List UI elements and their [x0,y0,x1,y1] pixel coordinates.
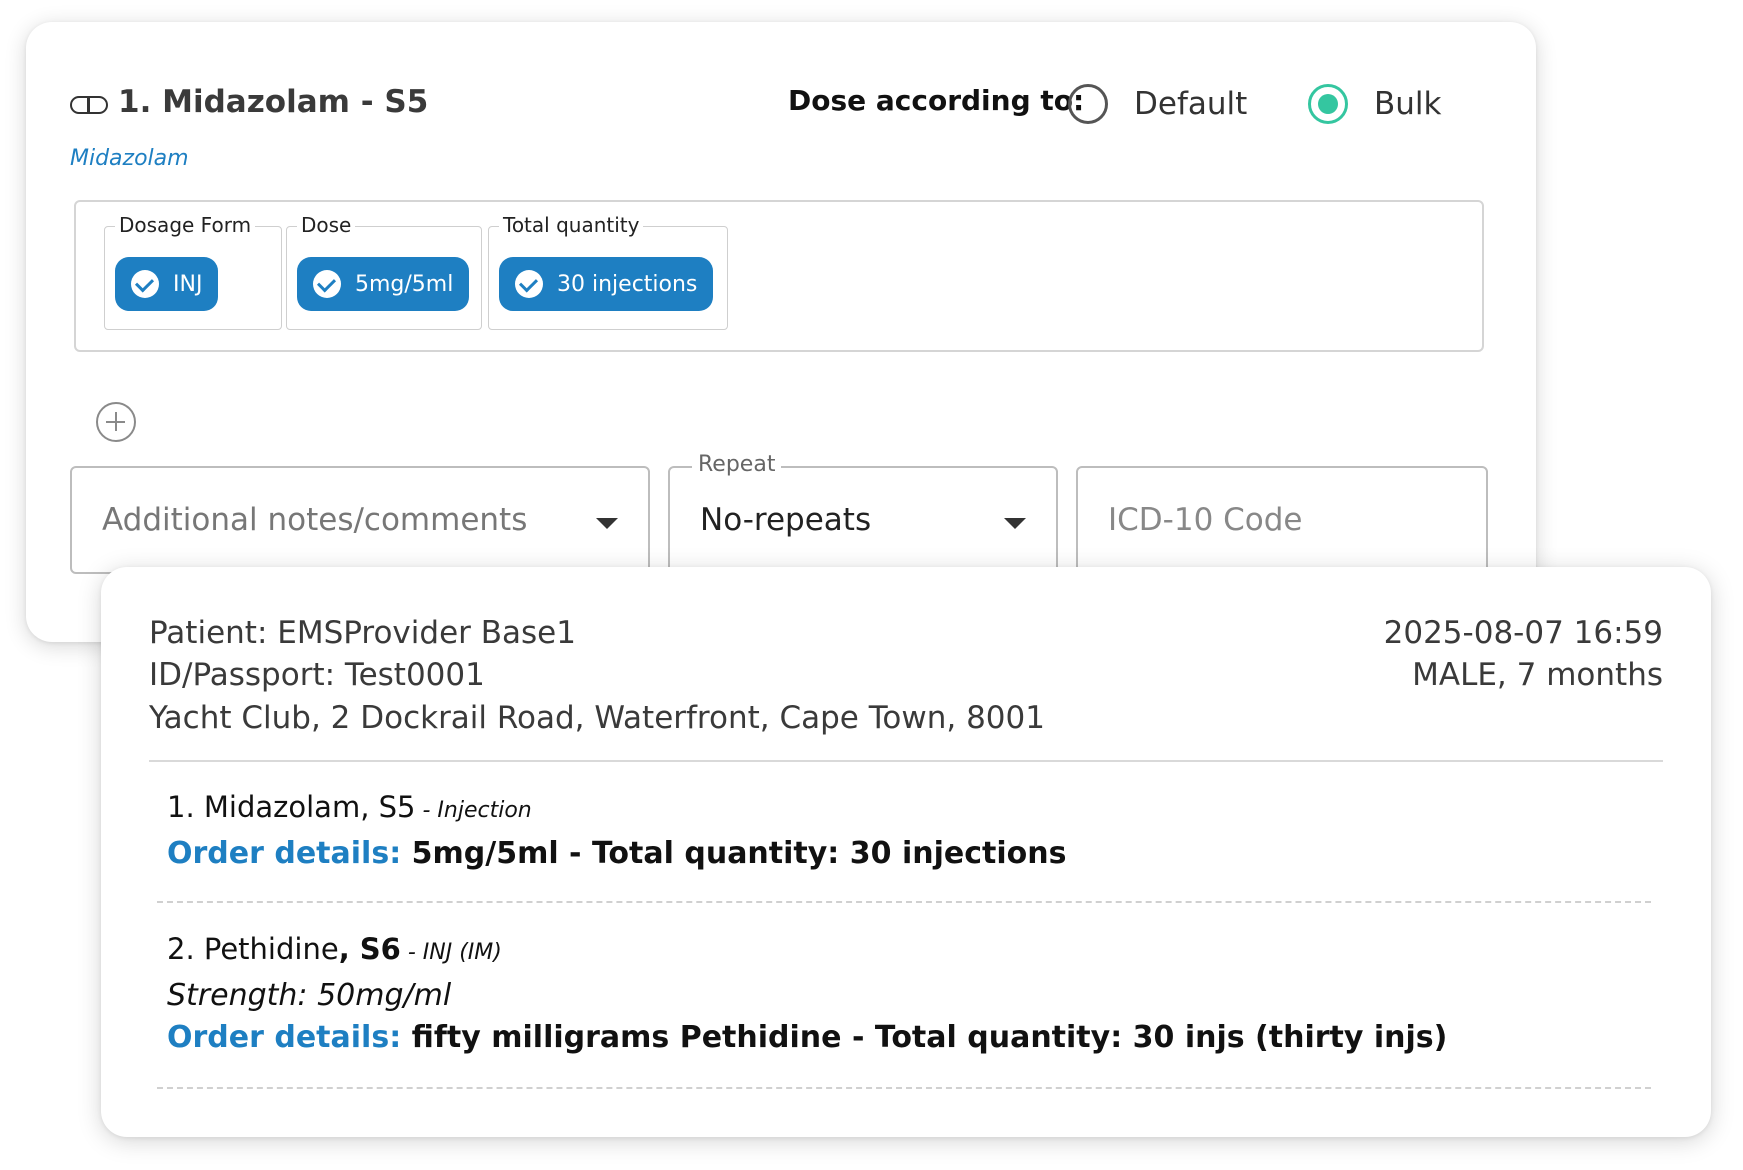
order-details-label: Order details: [167,1020,402,1055]
radio-bulk-label: Bulk [1374,86,1442,122]
radio-bulk-circle[interactable] [1308,84,1348,124]
medication-generic-name: Midazolam [70,146,189,171]
drug-route: - Injection [415,798,532,823]
patient-id: ID/Passport: Test0001 [149,657,485,693]
dose-chip[interactable]: 5mg/5ml [297,257,470,311]
prescription-item-heading: 1. Midazolam, S5 - Injection [167,785,1651,833]
patient-name: Patient: EMSProvider Base1 [149,615,576,651]
pill-icon [70,96,108,114]
dosage-form-fieldset: Dosage Form INJ [104,213,282,330]
patient-sex-age: MALE, 7 months [1412,657,1663,693]
dose-value: 5mg/5ml [355,271,454,297]
radio-default-circle[interactable] [1068,84,1108,124]
medication-title: 1. Midazolam - S5 [118,84,429,120]
patient-address: Yacht Club, 2 Dockrail Road, Waterfront,… [149,700,1045,736]
total-quantity-chip[interactable]: 30 injections [499,257,714,311]
medication-editor-card: 1. Midazolam - S5 Midazolam Dose accordi… [26,22,1536,642]
prescription-summary-card: Patient: EMSProvider Base1 ID/Passport: … [101,567,1711,1137]
total-quantity-value: 30 injections [557,271,698,297]
drug-name: 2. Pethidine [167,932,339,966]
total-quantity-fieldset: Total quantity 30 injections [488,213,728,330]
dosage-form-value: INJ [173,271,203,297]
order-details-label: Order details: [167,836,402,871]
order-details-text: fifty milligrams Pethidine - Total quant… [401,1020,1448,1055]
dose-legend: Dose [297,213,356,237]
repeat-legend: Repeat [692,452,782,477]
item-divider [157,901,1651,903]
drug-schedule: , S6 [338,932,401,966]
drug-name: 1. Midazolam [167,790,361,824]
dose-fieldset: Dose 5mg/5ml [286,213,482,330]
chevron-down-icon[interactable] [596,518,618,529]
dosage-form-legend: Dosage Form [115,213,256,237]
drug-route: - INJ (IM) [400,940,502,965]
drug-schedule: , S5 [360,790,416,824]
check-circle-icon [131,270,159,298]
icd10-placeholder: ICD-10 Code [1108,502,1303,538]
icd10-input[interactable]: ICD-10 Code [1076,466,1488,574]
prescription-item: 1. Midazolam, S5 - Injection Order detai… [167,785,1651,875]
chevron-down-icon[interactable] [1004,518,1026,529]
item-divider [157,1087,1651,1089]
total-quantity-legend: Total quantity [499,213,644,237]
dosage-selection-box: Dosage Form INJ Dose 5mg/5ml Total quant… [74,200,1484,352]
radio-bulk[interactable]: Bulk [1308,84,1441,124]
prescription-item: 2. Pethidine, S6 - INJ (IM) Strength: 50… [167,927,1651,1059]
header-divider [149,760,1663,762]
prescription-datetime: 2025-08-07 16:59 [1383,615,1663,651]
order-details-text: 5mg/5ml - Total quantity: 30 injections [401,836,1067,871]
check-circle-icon [313,270,341,298]
prescription-item-heading: 2. Pethidine, S6 - INJ (IM) [167,927,1651,975]
add-plus-icon[interactable] [96,402,136,442]
radio-default[interactable]: Default [1068,84,1247,124]
page: 1. Midazolam - S5 Midazolam Dose accordi… [0,0,1743,1170]
order-details: Order details: fifty milligrams Pethidin… [167,1017,1651,1059]
notes-dropdown[interactable]: Additional notes/comments [70,466,650,574]
notes-placeholder: Additional notes/comments [102,502,528,538]
radio-default-label: Default [1134,86,1248,122]
dosage-form-chip[interactable]: INJ [115,257,219,311]
drug-strength: Strength: 50mg/ml [167,978,452,1013]
dose-according-label: Dose according to: [788,84,1085,117]
repeat-select[interactable]: Repeat No-repeats [668,452,1058,574]
repeat-value: No-repeats [700,502,872,538]
order-details: Order details: 5mg/5ml - Total quantity:… [167,833,1651,875]
check-circle-icon [515,270,543,298]
